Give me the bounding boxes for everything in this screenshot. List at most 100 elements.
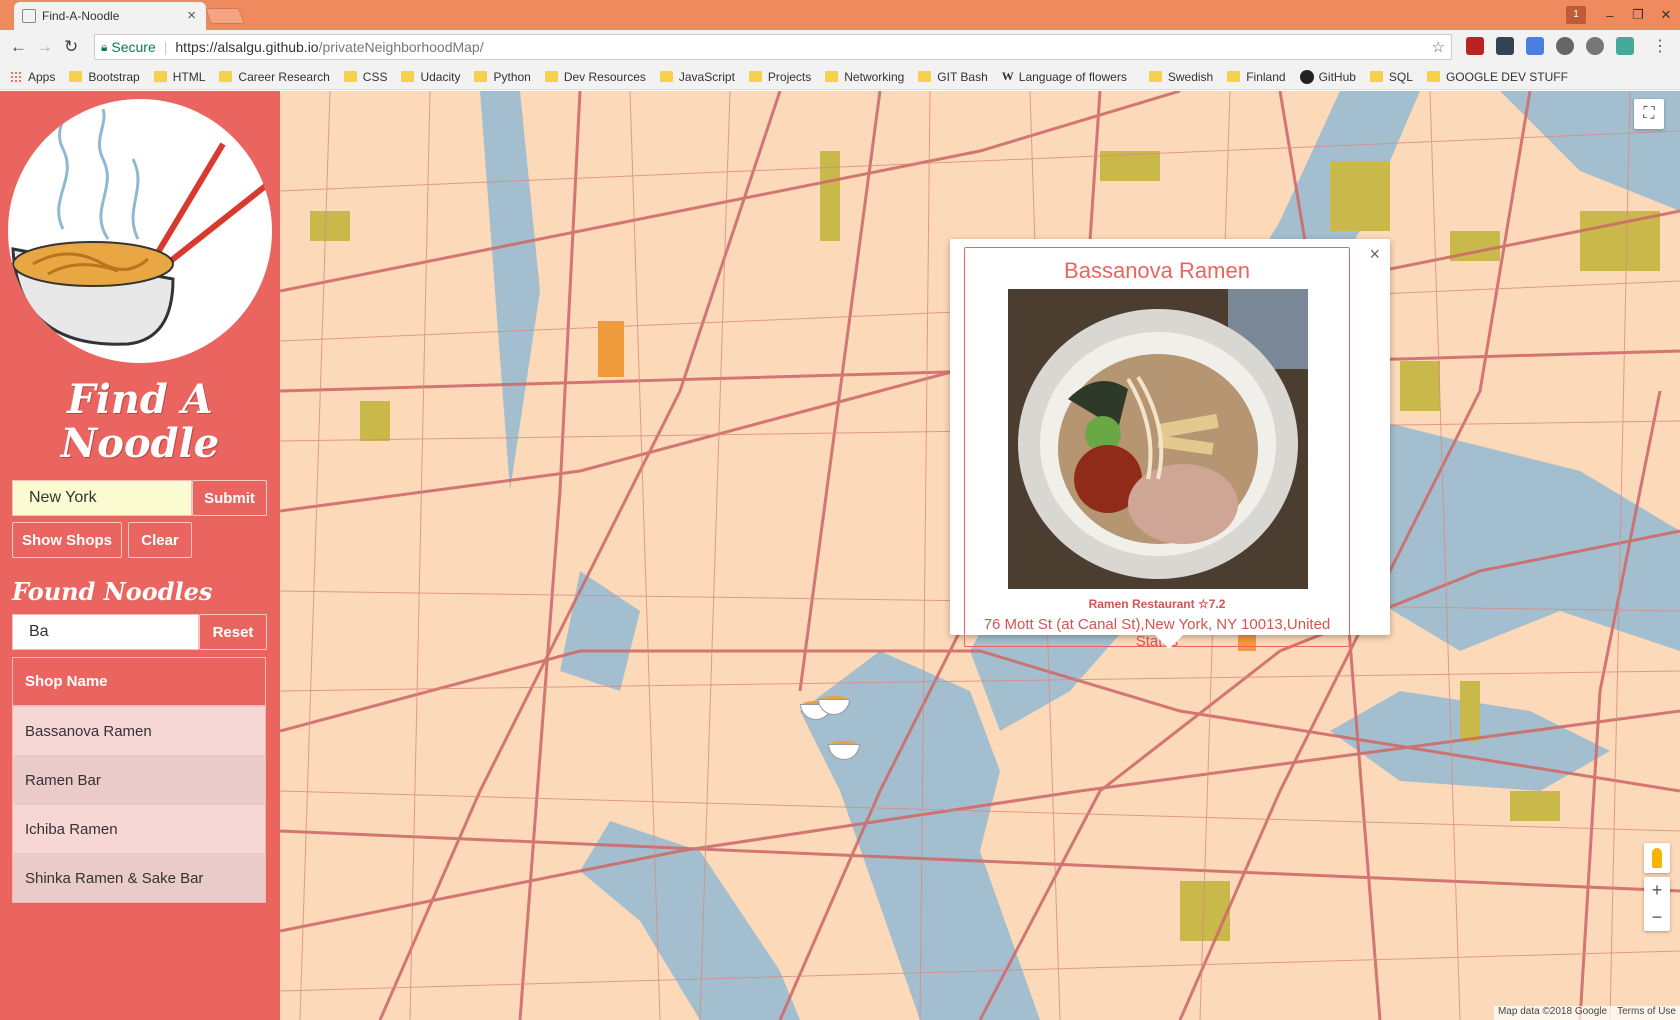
shop-row[interactable]: Bassanova Ramen	[13, 706, 265, 755]
bookmark-folder[interactable]: Swedish	[1148, 70, 1213, 84]
folder-icon	[1369, 71, 1383, 82]
folder-icon	[748, 71, 762, 82]
zoom-control: + −	[1644, 877, 1670, 931]
bookmark-folder[interactable]: GIT Bash	[918, 70, 988, 84]
folder-icon	[1227, 71, 1241, 82]
github-icon	[1299, 69, 1314, 84]
chrome-menu-icon[interactable]: ⋮	[1652, 36, 1668, 56]
extension-icons	[1466, 37, 1634, 55]
bookmark-folder[interactable]: CSS	[343, 70, 387, 84]
info-window: × Bassanova Ramen Ramen Restaurant ☆7.2 …	[950, 239, 1390, 650]
app-title-line: Noodle	[60, 420, 220, 467]
omnibox-separator: |	[163, 39, 168, 55]
bookmark-apps[interactable]: Apps	[10, 70, 55, 84]
reset-button[interactable]: Reset	[199, 614, 267, 650]
clear-button[interactable]: Clear	[128, 522, 192, 558]
sidebar: Find A Noodle New York Submit Show Shops…	[0, 91, 280, 1020]
bookmark-folder[interactable]: Career Research	[219, 70, 330, 84]
wikipedia-icon: W	[1001, 69, 1014, 83]
folder-icon	[918, 71, 932, 82]
restore-icon[interactable]: ❐	[1624, 7, 1652, 23]
profile-badge[interactable]: 1	[1566, 6, 1586, 24]
folder-icon	[343, 71, 357, 82]
bookmark-star-icon[interactable]: ☆	[1432, 38, 1445, 56]
translate-icon[interactable]	[1526, 37, 1544, 55]
folder-icon	[474, 71, 488, 82]
minimize-icon[interactable]: –	[1596, 8, 1624, 23]
browser-titlebar: Find-A-Noodle × 1 – ❐ ✕	[0, 0, 1680, 30]
map[interactable]: ⛶ + − Map data ©2018 Google Terms of Use…	[280, 91, 1680, 1020]
extension-icon[interactable]	[1556, 37, 1574, 55]
bookmarks-bar: Apps Bootstrap HTML Career Research CSS …	[0, 64, 1680, 90]
shop-table: Shop Name Bassanova Ramen Ramen Bar Ichi…	[12, 657, 266, 903]
info-card: Bassanova Ramen Ramen Restaurant ☆7.2 76…	[964, 247, 1350, 650]
bookmark-link[interactable]: GitHub	[1299, 69, 1356, 84]
extension-icon[interactable]	[1586, 37, 1604, 55]
reload-icon[interactable]: ↻	[64, 37, 78, 57]
forward-icon[interactable]: →	[36, 37, 53, 57]
app-title: Find A Noodle	[0, 378, 280, 466]
marker-bowl	[828, 744, 860, 760]
bookmark-folder[interactable]: GOOGLE DEV STUFF	[1426, 70, 1568, 84]
ublock-icon[interactable]	[1466, 37, 1484, 55]
folder-icon	[1426, 71, 1440, 82]
browser-toolbar: ← → ↻ 🔒︎ Secure | https://alsalgu.github…	[0, 30, 1680, 64]
folder-icon	[153, 71, 167, 82]
shop-table-header: Shop Name	[13, 658, 265, 706]
map-attribution: Map data ©2018 Google Terms of Use	[1493, 1006, 1680, 1020]
back-icon[interactable]: ←	[10, 37, 27, 57]
close-window-icon[interactable]: ✕	[1652, 7, 1680, 23]
submit-button[interactable]: Submit	[192, 480, 267, 516]
show-shops-button[interactable]: Show Shops	[12, 522, 122, 558]
bookmark-folder[interactable]: Dev Resources	[544, 70, 646, 84]
terms-link[interactable]: Terms of Use	[1617, 1006, 1676, 1020]
tab-close-icon[interactable]: ×	[187, 7, 196, 24]
lock-icon: 🔒︎	[101, 39, 108, 54]
new-tab-button[interactable]	[205, 8, 245, 24]
apps-icon	[10, 70, 22, 83]
bookmark-folder[interactable]: JavaScript	[659, 70, 735, 84]
folder-icon	[825, 71, 839, 82]
url-host: https://alsalgu.github.io	[175, 39, 319, 55]
ramen-marker[interactable]	[828, 736, 862, 760]
shop-title: Bassanova Ramen	[1064, 258, 1250, 283]
bookmark-folder[interactable]: SQL	[1369, 70, 1413, 84]
shop-address: 76 Mott St (at Canal St),New York, NY 10…	[983, 616, 1331, 650]
shop-row[interactable]: Ramen Bar	[13, 755, 265, 804]
bookmark-folder[interactable]: Finland	[1227, 70, 1286, 84]
marker-bowl	[818, 699, 850, 715]
eyedropper-icon[interactable]	[1616, 37, 1634, 55]
shop-row[interactable]: Shinka Ramen & Sake Bar	[13, 853, 265, 902]
fullscreen-icon[interactable]: ⛶	[1634, 99, 1664, 129]
address-bar[interactable]: 🔒︎ Secure | https://alsalgu.github.io /p…	[94, 34, 1452, 60]
folder-icon	[1148, 71, 1162, 82]
page-icon	[22, 9, 36, 23]
extension-icon[interactable]	[1496, 37, 1514, 55]
window-controls: 1 – ❐ ✕	[1566, 0, 1680, 30]
app: Find A Noodle New York Submit Show Shops…	[0, 91, 1680, 1020]
noodle-bowl-logo	[8, 99, 272, 363]
bookmark-folder[interactable]: Projects	[748, 70, 811, 84]
bookmark-link[interactable]: W Language of flowers	[1002, 69, 1127, 84]
bookmark-folder[interactable]: Networking	[825, 70, 904, 84]
bookmark-folder[interactable]: Bootstrap	[69, 70, 140, 84]
bookmark-folder[interactable]: Udacity	[401, 70, 460, 84]
attribution-text: Map data ©2018 Google	[1497, 1006, 1608, 1017]
folder-icon	[219, 71, 233, 82]
city-search-input[interactable]: New York	[12, 480, 192, 516]
close-icon[interactable]: ×	[1369, 244, 1380, 265]
zoom-out-button[interactable]: −	[1644, 904, 1670, 931]
bookmark-folder[interactable]: HTML	[153, 70, 205, 84]
folder-icon	[69, 71, 83, 82]
browser-tab[interactable]: Find-A-Noodle ×	[14, 2, 206, 30]
pegman-icon[interactable]	[1644, 843, 1670, 873]
zoom-in-button[interactable]: +	[1644, 877, 1670, 904]
shop-list: Bassanova Ramen Ramen Bar Ichiba Ramen S…	[13, 706, 265, 902]
ramen-marker[interactable]	[818, 691, 852, 715]
found-noodles-heading: Found Noodles	[12, 577, 213, 606]
shop-filter-input[interactable]: Ba	[12, 614, 199, 650]
folder-icon	[544, 71, 558, 82]
bookmark-folder[interactable]: Python	[474, 70, 531, 84]
ramen-photo	[1008, 289, 1308, 589]
shop-row[interactable]: Ichiba Ramen	[13, 804, 265, 853]
